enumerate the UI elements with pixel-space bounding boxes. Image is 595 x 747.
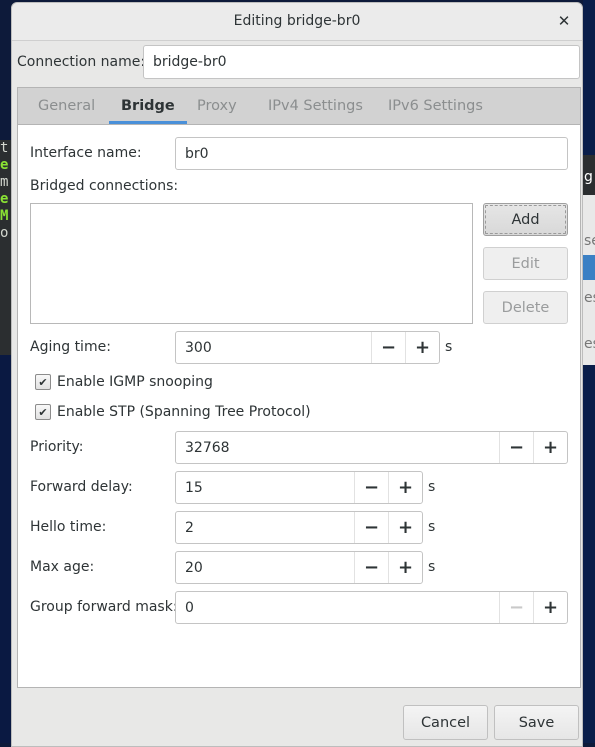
max-age-spinner[interactable]: 20 − + bbox=[175, 551, 423, 584]
cancel-button[interactable]: Cancel bbox=[403, 705, 488, 740]
titlebar: Editing bridge-br0 ✕ bbox=[12, 3, 582, 41]
tab-bridge[interactable]: Bridge bbox=[109, 88, 187, 124]
tab-proxy[interactable]: Proxy bbox=[185, 88, 249, 124]
bridged-connections-list[interactable] bbox=[30, 203, 473, 324]
save-button[interactable]: Save bbox=[494, 705, 579, 740]
max-age-unit: s bbox=[428, 559, 436, 575]
add-button[interactable]: Add bbox=[483, 203, 568, 236]
edit-button[interactable]: Edit bbox=[483, 247, 568, 280]
forward-delay-unit: s bbox=[428, 479, 436, 495]
hello-time-value[interactable]: 2 bbox=[176, 512, 354, 543]
forward-delay-value[interactable]: 15 bbox=[176, 472, 354, 503]
interface-name-input[interactable]: br0 bbox=[175, 137, 568, 170]
connection-name-input[interactable]: bridge-br0 bbox=[143, 45, 580, 79]
tab-general[interactable]: General bbox=[26, 88, 107, 124]
background-dark-strip: g bbox=[583, 155, 595, 195]
hello-time-spinner[interactable]: 2 − + bbox=[175, 511, 423, 544]
stp-label: Enable STP (Spanning Tree Protocol) bbox=[57, 404, 311, 420]
group-forward-mask-spinner[interactable]: 0 − + bbox=[175, 591, 568, 624]
connection-name-label: Connection name: bbox=[17, 54, 146, 70]
bridged-connections-label: Bridged connections: bbox=[30, 178, 179, 194]
background-text: g bbox=[584, 169, 593, 185]
edit-connection-dialog: Editing bridge-br0 ✕ Connection name: br… bbox=[11, 2, 583, 747]
aging-time-label: Aging time: bbox=[30, 339, 111, 355]
connection-name-value: bridge-br0 bbox=[153, 54, 227, 70]
group-forward-mask-decrement-button[interactable]: − bbox=[499, 592, 533, 623]
max-age-label: Max age: bbox=[30, 559, 95, 575]
max-age-value[interactable]: 20 bbox=[176, 552, 354, 583]
max-age-decrement-button[interactable]: − bbox=[354, 552, 388, 583]
aging-time-decrement-button[interactable]: − bbox=[371, 332, 405, 363]
group-forward-mask-increment-button[interactable]: + bbox=[533, 592, 567, 623]
tab-ipv4-settings[interactable]: IPv4 Settings bbox=[256, 88, 375, 124]
igmp-snooping-label: Enable IGMP snooping bbox=[57, 374, 213, 390]
priority-spinner[interactable]: 32768 − + bbox=[175, 431, 568, 464]
checkbox-checked-icon: ✔ bbox=[35, 404, 51, 420]
group-forward-mask-label: Group forward mask: bbox=[30, 599, 178, 615]
priority-increment-button[interactable]: + bbox=[533, 432, 567, 463]
forward-delay-decrement-button[interactable]: − bbox=[354, 472, 388, 503]
hello-time-decrement-button[interactable]: − bbox=[354, 512, 388, 543]
max-age-increment-button[interactable]: + bbox=[388, 552, 422, 583]
tab-ipv6-settings[interactable]: IPv6 Settings bbox=[376, 88, 495, 124]
aging-time-value[interactable]: 300 bbox=[176, 332, 371, 363]
background-text: es bbox=[584, 290, 595, 306]
group-forward-mask-value[interactable]: 0 bbox=[176, 592, 499, 623]
aging-time-spinner[interactable]: 300 − + bbox=[175, 331, 440, 364]
forward-delay-spinner[interactable]: 15 − + bbox=[175, 471, 423, 504]
priority-label: Priority: bbox=[30, 439, 84, 455]
hello-time-unit: s bbox=[428, 519, 436, 535]
stp-checkbox[interactable]: ✔ Enable STP (Spanning Tree Protocol) bbox=[35, 404, 311, 420]
igmp-snooping-checkbox[interactable]: ✔ Enable IGMP snooping bbox=[35, 374, 213, 390]
hello-time-increment-button[interactable]: + bbox=[388, 512, 422, 543]
delete-button[interactable]: Delete bbox=[483, 291, 568, 324]
background-selection bbox=[583, 255, 595, 280]
checkbox-checked-icon: ✔ bbox=[35, 374, 51, 390]
hello-time-label: Hello time: bbox=[30, 519, 107, 535]
priority-decrement-button[interactable]: − bbox=[499, 432, 533, 463]
settings-notebook: General Bridge Proxy IPv4 Settings IPv6 … bbox=[17, 87, 581, 688]
aging-time-increment-button[interactable]: + bbox=[405, 332, 439, 363]
background-window-right: g se es es bbox=[583, 0, 595, 743]
window-title: Editing bridge-br0 bbox=[233, 13, 361, 29]
background-text: es bbox=[584, 336, 595, 352]
interface-name-value: br0 bbox=[185, 145, 209, 162]
forward-delay-increment-button[interactable]: + bbox=[388, 472, 422, 503]
close-icon[interactable]: ✕ bbox=[554, 3, 574, 40]
interface-name-label: Interface name: bbox=[30, 145, 142, 161]
tab-bar: General Bridge Proxy IPv4 Settings IPv6 … bbox=[18, 88, 580, 125]
aging-time-unit: s bbox=[445, 339, 453, 355]
forward-delay-label: Forward delay: bbox=[30, 479, 133, 495]
background-text: se bbox=[584, 233, 595, 249]
priority-value[interactable]: 32768 bbox=[176, 432, 499, 463]
